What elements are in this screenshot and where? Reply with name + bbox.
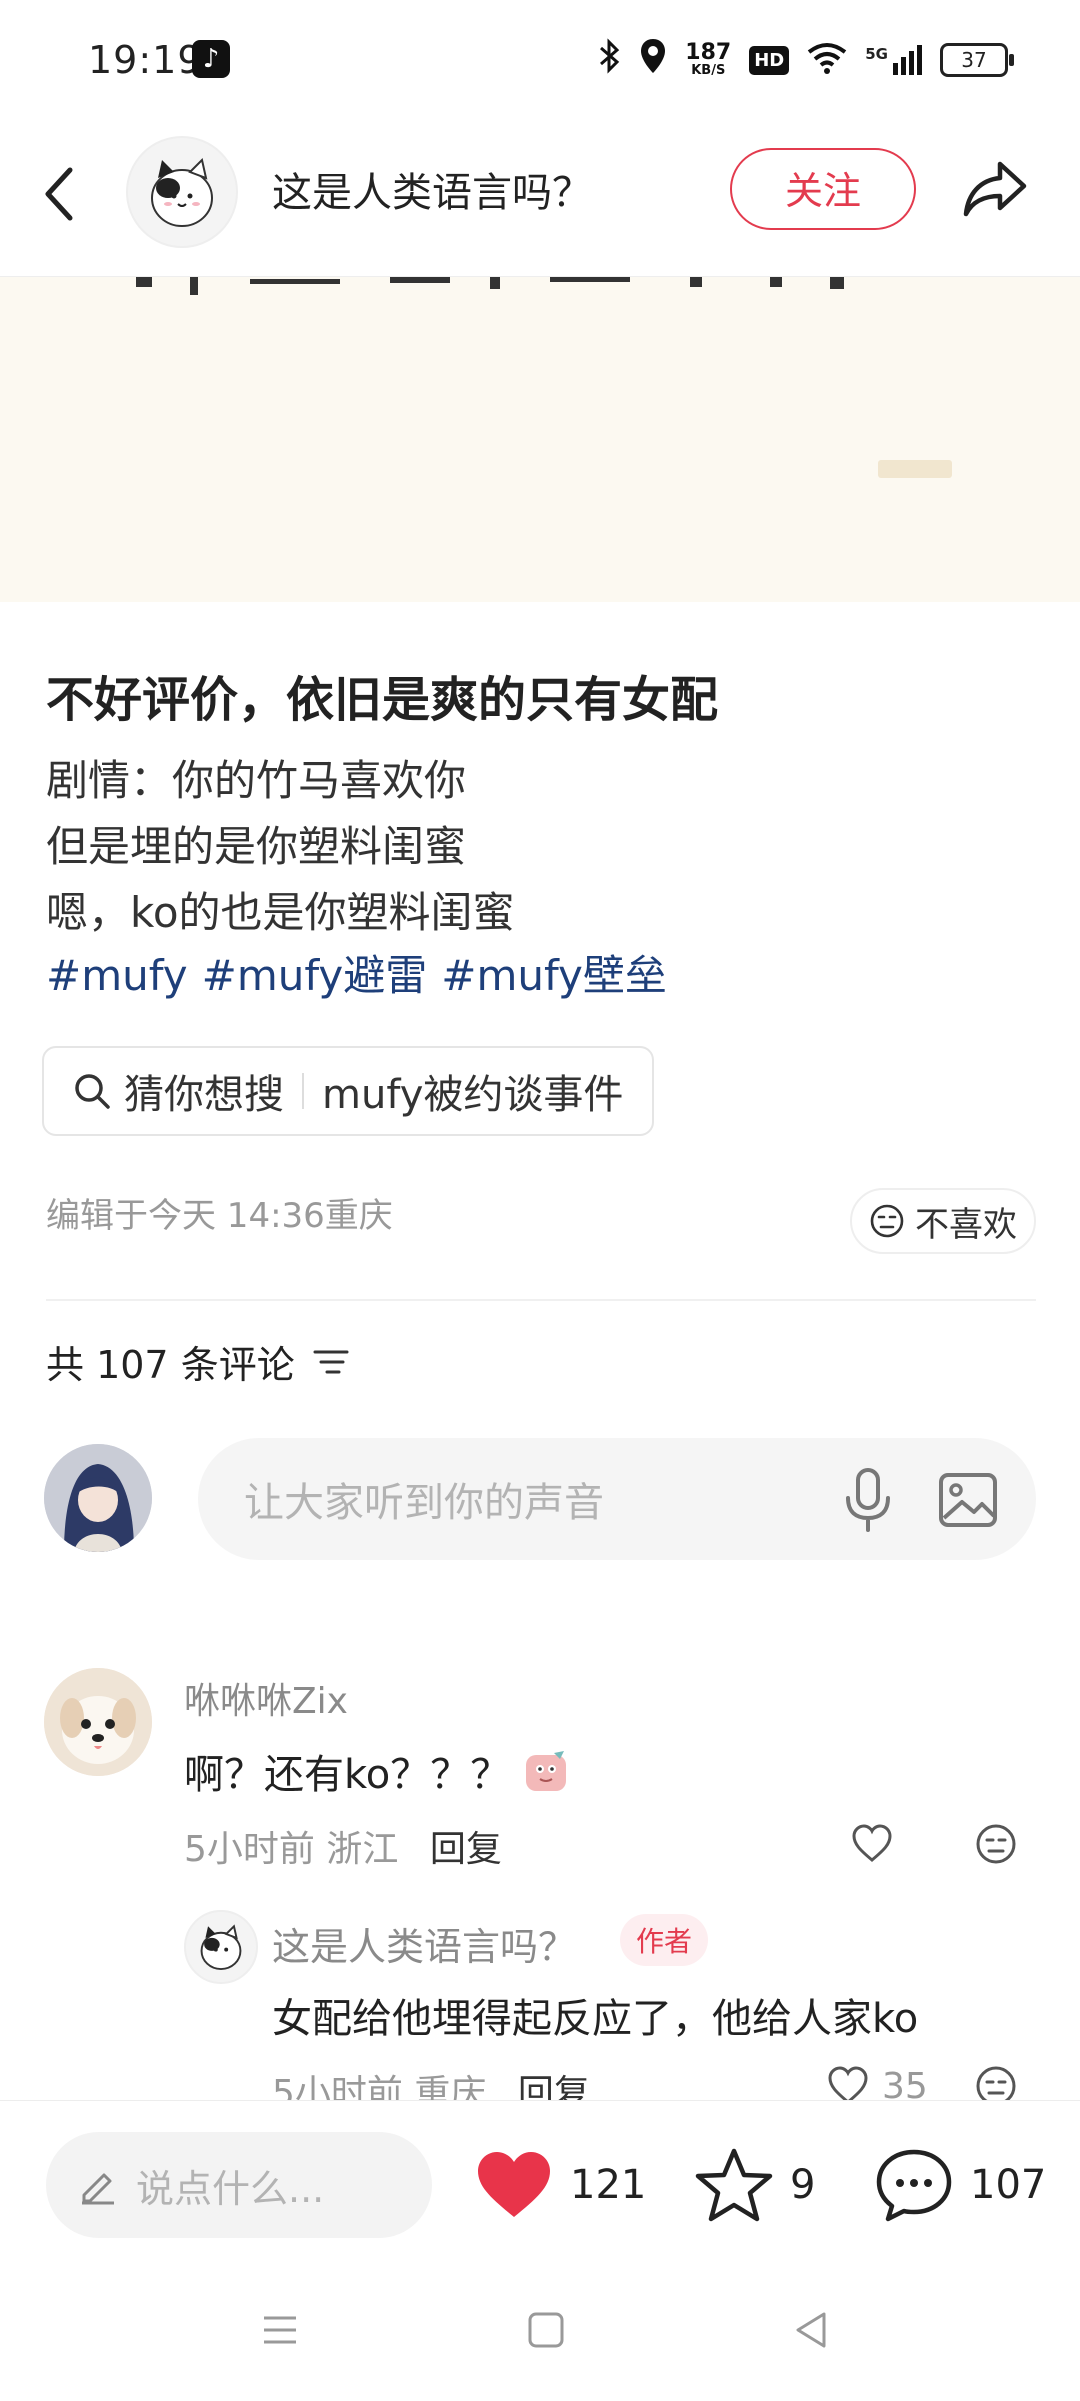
wifi-icon	[807, 42, 847, 78]
post-body-line: 剧情：你的竹马喜欢你	[46, 756, 467, 805]
my-avatar	[44, 1444, 152, 1552]
hashtag-link[interactable]: #mufy避雷	[202, 951, 428, 1000]
status-icons: 187 KB/S HD 5G 37	[599, 36, 1014, 84]
search-icon	[75, 1074, 110, 1109]
commenter-name[interactable]: 咻咻咻Zix	[184, 1672, 348, 1724]
home-icon[interactable]	[526, 2310, 566, 2350]
comment-location: 浙江	[326, 1829, 399, 1870]
post-body: 剧情：你的竹马喜欢你 但是埋的是你塑料闺蜜 嗯，ko的也是你塑料闺蜜	[46, 748, 515, 946]
reply-button[interactable]: 回复	[430, 1829, 502, 1870]
sticker-emoji-icon	[526, 1751, 567, 1791]
menu-icon[interactable]	[260, 2310, 300, 2350]
edited-info: 编辑于今天 14:36重庆	[46, 1196, 393, 1236]
author-avatar[interactable]	[126, 136, 238, 248]
follow-button[interactable]: 关注	[730, 148, 916, 230]
back-icon[interactable]	[40, 164, 80, 224]
status-bar: 19:19 ♪ 187 KB/S HD 5G 37	[0, 0, 1080, 120]
search-suggestion[interactable]: 猜你想搜 mufy被约谈事件	[42, 1046, 654, 1136]
comment-body: 啊？还有ko？？？	[184, 1752, 511, 1798]
favorite-button[interactable]: 9	[694, 2140, 815, 2230]
back-triangle-icon[interactable]	[792, 2310, 832, 2350]
image-icon[interactable]	[936, 1468, 1000, 1532]
hashtag-link[interactable]: #mufy	[46, 951, 188, 1000]
comment-button[interactable]: 107	[874, 2140, 1046, 2230]
comment-count-bottom: 107	[970, 2162, 1047, 2208]
dislike-face-icon[interactable]	[974, 1822, 1018, 1866]
search-divider	[302, 1073, 304, 1109]
comment-count-label: 共 107 条评论	[46, 1343, 295, 1387]
dislike-face-icon	[870, 1204, 904, 1238]
status-time: 19:19	[88, 38, 203, 82]
favorite-count: 9	[790, 2162, 816, 2208]
heart-icon[interactable]	[850, 1822, 894, 1866]
reply-text: 女配给他埋得起反应了，他给人家ko	[272, 1996, 919, 2042]
say-something-input[interactable]: 说点什么...	[46, 2132, 432, 2238]
network-speed: 187 KB/S	[685, 40, 732, 78]
dislike-label: 不喜欢	[915, 1204, 1017, 1245]
filter-icon[interactable]	[313, 1347, 349, 1377]
bluetooth-icon	[599, 37, 621, 83]
comment-meta: 5小时前 浙江 回复	[184, 1820, 502, 1872]
post-image-text-fragment	[136, 277, 844, 295]
author-name[interactable]: 这是人类语言吗？	[272, 160, 592, 218]
share-icon[interactable]	[960, 156, 1030, 222]
search-suggestion-text: mufy被约谈事件	[322, 1072, 624, 1118]
comment-input[interactable]: 让大家听到你的声音	[198, 1438, 1036, 1560]
author-badge: 作者	[620, 1914, 709, 1966]
reply-author-avatar[interactable]	[184, 1910, 258, 1984]
post-tags: #mufy #mufy避雷 #mufy壁垒	[46, 942, 681, 1003]
like-count: 121	[570, 2162, 647, 2208]
post-body-line: 嗯，ko的也是你塑料闺蜜	[46, 888, 515, 937]
tiktok-notification-icon: ♪	[192, 40, 230, 78]
dislike-button[interactable]: 不喜欢	[850, 1188, 1036, 1254]
hd-badge: HD	[749, 45, 790, 75]
say-something-placeholder: 说点什么...	[136, 2166, 325, 2211]
battery-indicator: 37	[940, 43, 1014, 77]
location-icon	[639, 37, 667, 84]
comment-count: 共 107 条评论	[46, 1334, 349, 1389]
post-body-line: 但是埋的是你塑料闺蜜	[46, 822, 467, 871]
mic-icon[interactable]	[836, 1466, 900, 1536]
post-image-mark	[878, 460, 952, 478]
hashtag-link[interactable]: #mufy壁垒	[441, 951, 667, 1000]
pencil-icon	[82, 2173, 114, 2205]
comment-time: 5小时前	[184, 1829, 315, 1870]
like-button[interactable]: 121	[474, 2140, 646, 2230]
reply-author-name[interactable]: 这是人类语言吗？	[272, 1916, 576, 1971]
comment-icon	[876, 2149, 952, 2222]
post-image[interactable]	[0, 277, 1080, 602]
search-prefix: 猜你想搜	[124, 1072, 284, 1118]
post-title: 不好评价，依旧是爽的只有女配	[46, 672, 719, 728]
comment-text: 啊？还有ko？？？	[184, 1742, 572, 1800]
divider	[46, 1299, 1036, 1301]
star-icon	[695, 2148, 773, 2222]
commenter-avatar[interactable]	[44, 1668, 152, 1776]
heart-icon	[478, 2152, 550, 2217]
cellular-signal-icon: 5G	[865, 45, 922, 75]
